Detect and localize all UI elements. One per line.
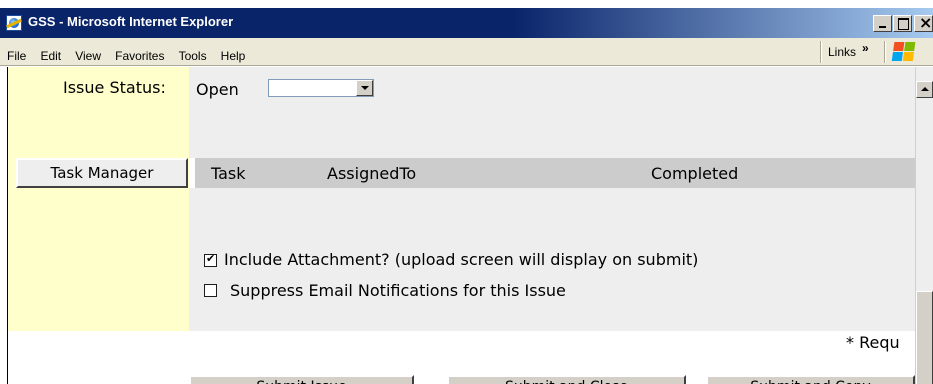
submit-issue-button[interactable]: Submit Issue	[189, 375, 414, 384]
toolbar-separator	[820, 41, 822, 63]
maximize-button[interactable]	[893, 15, 912, 32]
window-title: GSS - Microsoft Internet Explorer	[28, 14, 234, 29]
frame-border	[7, 67, 8, 384]
toolbar-separator	[884, 41, 886, 63]
menu-edit[interactable]: Edit	[40, 49, 61, 63]
label-column	[8, 67, 189, 331]
menu-bar: File Edit View Favorites Tools Help Link…	[0, 38, 933, 66]
task-manager-button[interactable]: Task Manager	[16, 158, 188, 188]
minimize-button[interactable]	[873, 15, 892, 32]
column-header-assigned-to: AssignedTo	[327, 164, 417, 183]
scroll-up-arrow-icon[interactable]	[916, 81, 933, 98]
scrollbar-thumb[interactable]	[916, 291, 933, 384]
links-toolbar[interactable]: Links	[828, 45, 856, 59]
issue-status-select[interactable]	[268, 79, 374, 97]
menu-file[interactable]: File	[7, 49, 26, 63]
suppress-email-checkbox[interactable]	[204, 284, 217, 297]
vertical-scrollbar[interactable]	[915, 67, 933, 384]
title-bar: GSS - Microsoft Internet Explorer	[0, 8, 933, 38]
include-attachment-checkbox[interactable]	[204, 252, 217, 267]
page-content: Issue Status: Open Task Manager Task Ass…	[0, 67, 915, 384]
links-chevron-icon[interactable]: »	[862, 41, 869, 55]
issue-status-value: Open	[196, 80, 239, 99]
suppress-email-label: Suppress Email Notifications for this Is…	[230, 281, 566, 300]
internet-explorer-icon	[6, 15, 22, 31]
issue-status-label: Issue Status:	[63, 78, 166, 97]
dropdown-arrow-icon[interactable]	[356, 80, 373, 96]
column-header-task: Task	[211, 164, 246, 183]
menu-view[interactable]: View	[75, 49, 101, 63]
required-fields-note: * Requ	[846, 333, 900, 352]
submit-and-close-button[interactable]: Submit and Close	[447, 375, 686, 384]
menu-favorites[interactable]: Favorites	[115, 49, 164, 63]
close-button[interactable]	[914, 13, 933, 32]
windows-logo-icon	[891, 42, 917, 62]
menu-tools[interactable]: Tools	[179, 49, 207, 63]
include-attachment-label: Include Attachment? (upload screen will …	[224, 250, 699, 269]
submit-and-copy-button[interactable]: Submit and Copy	[706, 375, 915, 384]
column-header-completed: Completed	[651, 164, 739, 183]
menu-help[interactable]: Help	[221, 49, 246, 63]
task-table-header	[195, 158, 915, 188]
